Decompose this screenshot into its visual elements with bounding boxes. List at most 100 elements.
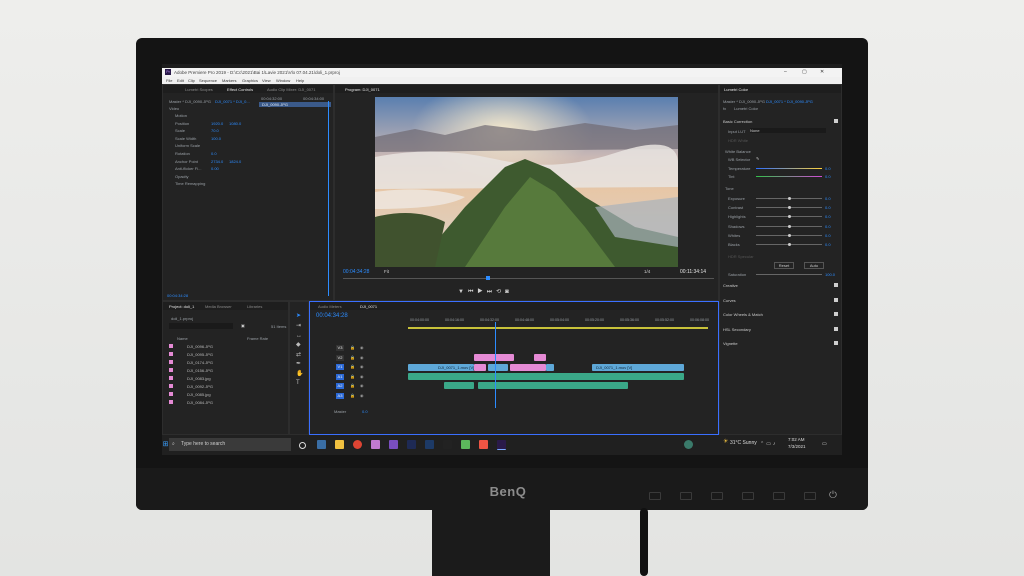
loop-icon[interactable]: ⟲ — [496, 289, 505, 295]
weather-text[interactable]: 31°C Sunny — [730, 440, 757, 446]
temperature-slider[interactable] — [756, 168, 822, 169]
menu-edit[interactable]: Edit — [177, 78, 184, 83]
graphic-clip[interactable] — [534, 354, 546, 361]
ec-playhead[interactable] — [328, 101, 329, 296]
tone-value[interactable]: 0.0 — [825, 205, 831, 210]
name-column-header[interactable]: Name — [177, 336, 188, 341]
lightroom-icon[interactable] — [407, 440, 416, 449]
tab-libraries[interactable]: Libraries — [247, 304, 262, 309]
app-icon[interactable] — [479, 440, 488, 449]
effect-property-value-2[interactable]: 1824.0 — [229, 159, 241, 164]
minimize-button[interactable]: – — [784, 69, 787, 75]
chrome-icon[interactable] — [353, 440, 362, 449]
lumetri-clip-label[interactable]: DJI_0071 * DJI_0090.JPG — [766, 99, 813, 104]
effect-property-value[interactable]: 2734.0 — [211, 159, 223, 164]
step-forward-icon[interactable]: ⏭ — [487, 289, 496, 295]
tab-project[interactable]: Project: doli_1 — [169, 304, 194, 309]
effect-property-value[interactable]: 70.0 — [211, 128, 219, 133]
eyedropper-icon[interactable]: ✎ — [756, 156, 759, 161]
project-item-name[interactable]: DJI_0085.jpg — [187, 392, 211, 397]
resolution-dropdown[interactable]: 1/4 — [644, 269, 650, 274]
pen-icon[interactable]: ✒ — [296, 360, 304, 370]
track-toggle-icon[interactable]: ◉ — [360, 364, 364, 369]
master-track-value[interactable]: 0.0 — [362, 409, 368, 414]
monitor-button[interactable] — [711, 492, 723, 500]
ec-clip-bar[interactable]: DJI_0090.JPG — [259, 102, 331, 107]
track-lock-icon[interactable]: 🔒 — [350, 374, 355, 379]
audio-clip[interactable] — [444, 382, 474, 389]
system-tray-icons[interactable]: ⌃▭♪ — [760, 441, 777, 447]
ripple-edit-icon[interactable]: ↔ — [296, 332, 304, 342]
program-timecode[interactable]: 00:04:34:28 — [343, 269, 369, 275]
new-bin-icon[interactable]: ▣ — [241, 323, 245, 328]
tab-audio-meters[interactable]: Audio Meters — [318, 304, 342, 309]
start-icon[interactable]: ⊞ — [162, 440, 169, 448]
project-search-input[interactable] — [169, 323, 233, 329]
effect-property-value[interactable]: 1920.0 — [211, 121, 223, 126]
monitor-button[interactable] — [680, 492, 692, 500]
premiere-taskbar-icon[interactable] — [497, 440, 506, 450]
mark-in-icon[interactable]: ▼ — [458, 289, 468, 295]
tab-lumetri-color[interactable]: Lumetri Color — [724, 87, 748, 92]
effect-property-value[interactable]: 0.00 — [211, 166, 219, 171]
audio-clip[interactable] — [408, 373, 684, 380]
basic-correction-header[interactable]: Basic Correction — [723, 119, 752, 124]
monitor-button[interactable] — [742, 492, 754, 500]
slider-thumb[interactable] — [788, 197, 791, 200]
tab-program[interactable]: Program: DJI_0071 — [345, 87, 380, 92]
track-lock-icon[interactable]: 🔒 — [350, 355, 355, 360]
track-target-button[interactable]: V2 — [336, 354, 344, 361]
tab-lumetri-scopes[interactable]: Lumetri Scopes — [185, 87, 213, 92]
slip-icon[interactable]: ⇄ — [296, 351, 304, 361]
app-icon[interactable] — [443, 440, 452, 449]
menu-graphics[interactable]: Graphics — [242, 78, 258, 83]
section-checkbox[interactable] — [834, 297, 838, 302]
step-back-icon[interactable]: ⏮ — [468, 289, 477, 295]
project-item-name[interactable]: DJI_0084.JPG — [187, 400, 213, 405]
tab-audio-clip-mixer[interactable]: Audio Clip Mixer: DJI_0071 — [267, 87, 315, 92]
track-lock-icon[interactable]: 🔒 — [350, 345, 355, 350]
section-checkbox[interactable] — [834, 312, 838, 317]
timeline-playhead[interactable] — [495, 322, 496, 408]
menu-view[interactable]: View — [262, 78, 271, 83]
video-clip[interactable]: DJI_0071_1.mov [V] — [408, 364, 474, 371]
track-lock-icon[interactable]: 🔒 — [350, 393, 355, 398]
maximize-button[interactable]: ▢ — [802, 69, 807, 75]
lumetri-section-header[interactable]: Creative — [723, 283, 738, 288]
project-item-name[interactable]: DJI_0095.JPG — [187, 352, 213, 357]
notification-icon[interactable]: ▭ — [822, 441, 827, 447]
slider-thumb[interactable] — [788, 224, 791, 228]
track-select-icon[interactable]: ⇥ — [296, 322, 304, 332]
menu-file[interactable]: File — [166, 78, 172, 83]
slider-thumb[interactable] — [788, 233, 791, 237]
sequence-clip-label[interactable]: DJI_0071 * DJI_0... — [215, 99, 250, 104]
track-lock-icon[interactable]: 🔒 — [350, 364, 355, 369]
menu-markers[interactable]: Markers — [222, 78, 236, 83]
razor-icon[interactable]: ◆ — [296, 341, 304, 351]
effect-property-value[interactable]: 100.0 — [211, 136, 221, 141]
timeline-timecode[interactable]: 00:04:34:28 — [316, 313, 348, 319]
monitor-button[interactable] — [773, 492, 785, 500]
menu-window[interactable]: Window — [276, 78, 290, 83]
graphic-clip[interactable] — [510, 364, 546, 371]
tint-value[interactable]: 0.0 — [825, 174, 831, 179]
work-area-bar[interactable] — [408, 327, 708, 329]
track-target-button[interactable]: V1 — [336, 364, 344, 370]
clock-time[interactable]: 7:02 AM — [788, 437, 805, 442]
fit-dropdown[interactable]: Fit — [384, 269, 389, 274]
section-checkbox[interactable] — [834, 341, 838, 346]
lumetri-section-header[interactable]: HSL Secondary — [723, 327, 751, 332]
slider-thumb[interactable] — [788, 206, 791, 210]
track-toggle-icon[interactable]: ◉ — [360, 345, 364, 350]
tone-value[interactable]: 0.0 — [825, 196, 831, 201]
tab-sequence[interactable]: DJI_0071 — [360, 304, 377, 309]
video-clip[interactable] — [546, 364, 554, 371]
lumetri-section-header[interactable]: Vignette — [723, 341, 738, 346]
reset-button[interactable]: Reset — [774, 262, 794, 269]
type-tool-icon[interactable]: T — [296, 379, 304, 389]
app-icon[interactable] — [371, 440, 380, 449]
tone-value[interactable]: 0.0 — [825, 224, 831, 229]
menu-clip[interactable]: Clip — [188, 78, 195, 83]
temperature-value[interactable]: 0.0 — [825, 166, 831, 171]
project-item-name[interactable]: DJI_0096.JPG — [187, 344, 213, 349]
